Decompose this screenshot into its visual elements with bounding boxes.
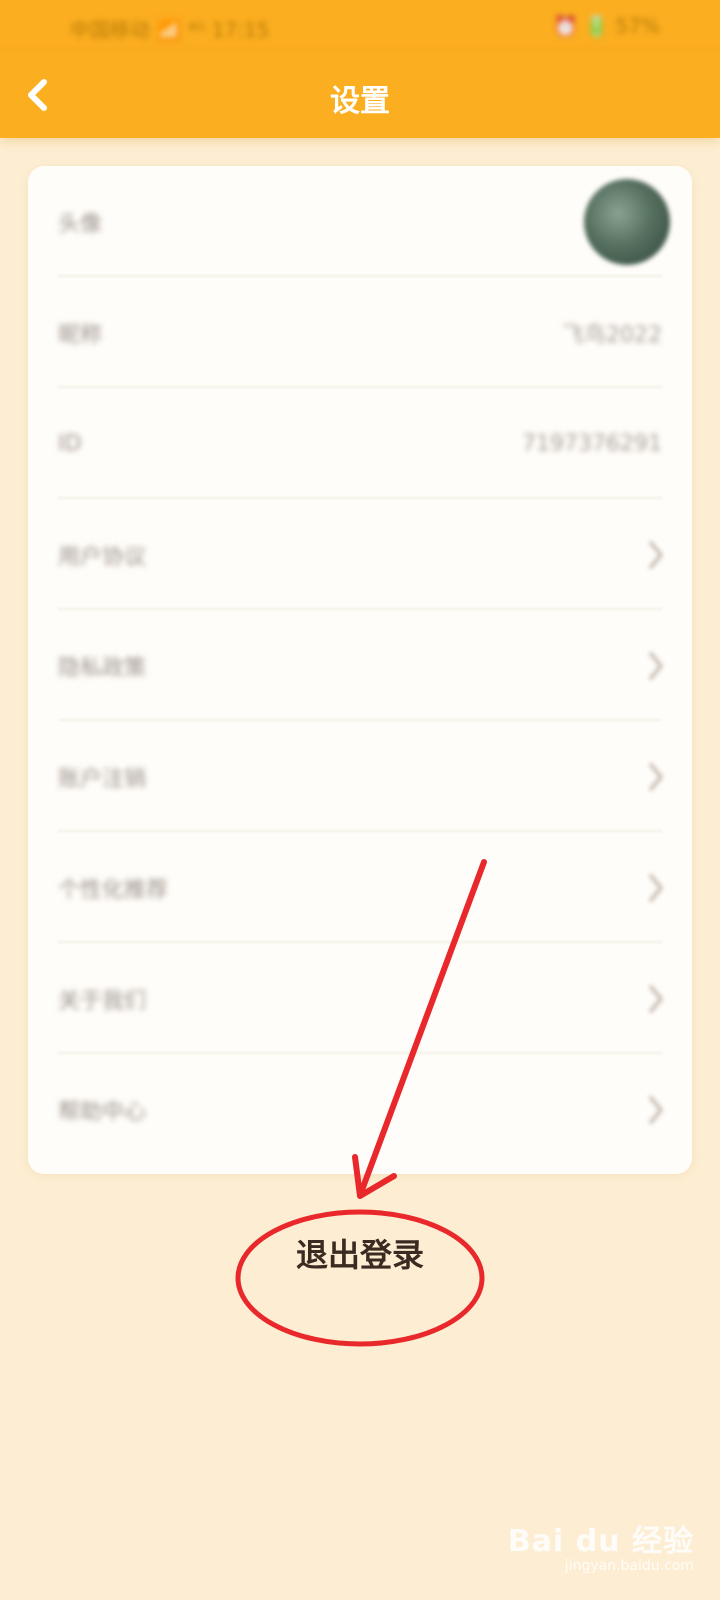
row-label-personalized: 个性化推荐	[58, 877, 169, 903]
row-value-id: 7197376291	[522, 431, 662, 456]
settings-row-nickname[interactable]: 昵称 飞鸟2022	[28, 277, 692, 388]
status-carrier-time: 中国移动 📶 ⁴ᴳ 17:15	[70, 18, 270, 42]
row-label-nickname: 昵称	[58, 322, 103, 348]
settings-row-personalized[interactable]: 个性化推荐	[28, 832, 692, 943]
chevron-right-icon	[649, 651, 663, 680]
settings-row-about[interactable]: 关于我们	[28, 943, 692, 1054]
settings-row-privacy-policy[interactable]: 隐私政策	[28, 610, 692, 721]
chevron-right-icon	[649, 540, 663, 569]
row-label-privacy-policy: 隐私政策	[58, 655, 147, 681]
chevron-right-icon	[649, 1095, 663, 1124]
row-value-nickname: 飞鸟2022	[562, 322, 662, 348]
page-title: 设置	[330, 84, 390, 119]
settings-row-user-agreement[interactable]: 用户协议	[28, 499, 692, 610]
chevron-right-icon	[649, 873, 663, 902]
row-label-avatar: 头像	[58, 211, 103, 237]
settings-card: 头像 昵称 飞鸟2022 ID 7197376291 用户协议 隐私政策 账户注…	[28, 166, 692, 1174]
settings-row-avatar[interactable]: 头像	[28, 166, 692, 277]
row-label-id: ID	[58, 431, 82, 456]
chevron-right-icon	[649, 762, 663, 791]
row-label-user-agreement: 用户协议	[58, 544, 147, 570]
watermark-url: jingyan.baidu.com	[564, 1558, 694, 1574]
settings-row-account-cancel[interactable]: 账户注销	[28, 721, 692, 832]
row-label-account-cancel: 账户注销	[58, 766, 147, 792]
row-label-help: 帮助中心	[58, 1099, 147, 1125]
avatar[interactable]	[584, 178, 670, 265]
status-battery: ⏰ 🔋 57%	[553, 14, 660, 38]
row-label-about: 关于我们	[58, 988, 147, 1014]
baidu-watermark: Bai du 经验 jingyan.baidu.com	[508, 1516, 694, 1574]
settings-row-help[interactable]: 帮助中心	[28, 1054, 692, 1165]
app-header: 设置	[0, 52, 720, 138]
status-bar: 中国移动 📶 ⁴ᴳ 17:15 ⏰ 🔋 57%	[0, 0, 720, 52]
settings-row-id[interactable]: ID 7197376291	[28, 388, 692, 499]
logout-button[interactable]: 退出登录	[0, 1230, 720, 1286]
chevron-right-icon	[649, 984, 663, 1013]
watermark-brand: Bai du 经验	[507, 1524, 694, 1559]
